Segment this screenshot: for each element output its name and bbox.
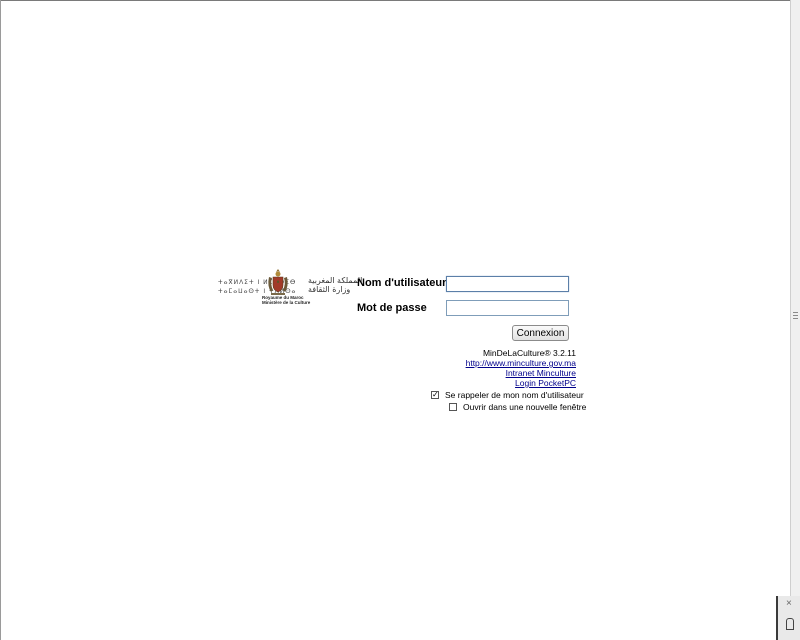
- logo-arabic-line-1: المملكة المغربية: [308, 276, 363, 285]
- window-top-border: [0, 0, 800, 1]
- info-block: MinDeLaCulture® 3.2.11 http://www.mincul…: [440, 348, 576, 388]
- remember-username-option[interactable]: ✓ Se rappeler de mon nom d'utilisateur: [431, 390, 584, 400]
- pocketpc-login-link[interactable]: Login PocketPC: [440, 378, 576, 388]
- scrollbar-grip-icon[interactable]: [793, 312, 798, 321]
- password-input[interactable]: [446, 300, 569, 316]
- ministry-logo: ⵜⴰⴳⵍⴷⵉⵜ ⵏ ⵍⵎⵖⵔⵉⴱ ⵜⴰⵎⴰⵡⴰⵙⵜ ⵏ ⵜⴷⵍⵙⴰ المملك…: [214, 266, 362, 308]
- minculture-website-link[interactable]: http://www.minculture.gov.ma: [440, 358, 576, 368]
- connexion-button[interactable]: Connexion: [512, 325, 569, 341]
- logo-french-line-2: Ministère de la Culture: [262, 300, 311, 305]
- lock-icon: [786, 618, 794, 630]
- new-window-label: Ouvrir dans une nouvelle fenêtre: [463, 402, 587, 412]
- vertical-scrollbar[interactable]: [790, 0, 800, 640]
- username-input[interactable]: [446, 276, 569, 292]
- window-left-border: [0, 0, 1, 640]
- coat-of-arms-icon: [268, 269, 288, 295]
- logo-arabic-line-2: وزارة الثقافة: [308, 285, 351, 294]
- remember-username-checkbox[interactable]: ✓: [431, 391, 439, 399]
- username-label: Nom d'utilisateur: [357, 277, 447, 289]
- intranet-link[interactable]: Intranet Minculture: [440, 368, 576, 378]
- new-window-checkbox[interactable]: [449, 403, 457, 411]
- side-mini-panel: ×: [776, 596, 800, 640]
- remember-username-label: Se rappeler de mon nom d'utilisateur: [445, 390, 584, 400]
- password-label: Mot de passe: [357, 302, 427, 314]
- version-text: MinDeLaCulture® 3.2.11: [482, 348, 576, 358]
- close-icon[interactable]: ×: [786, 598, 792, 609]
- new-window-option[interactable]: Ouvrir dans une nouvelle fenêtre: [449, 402, 586, 412]
